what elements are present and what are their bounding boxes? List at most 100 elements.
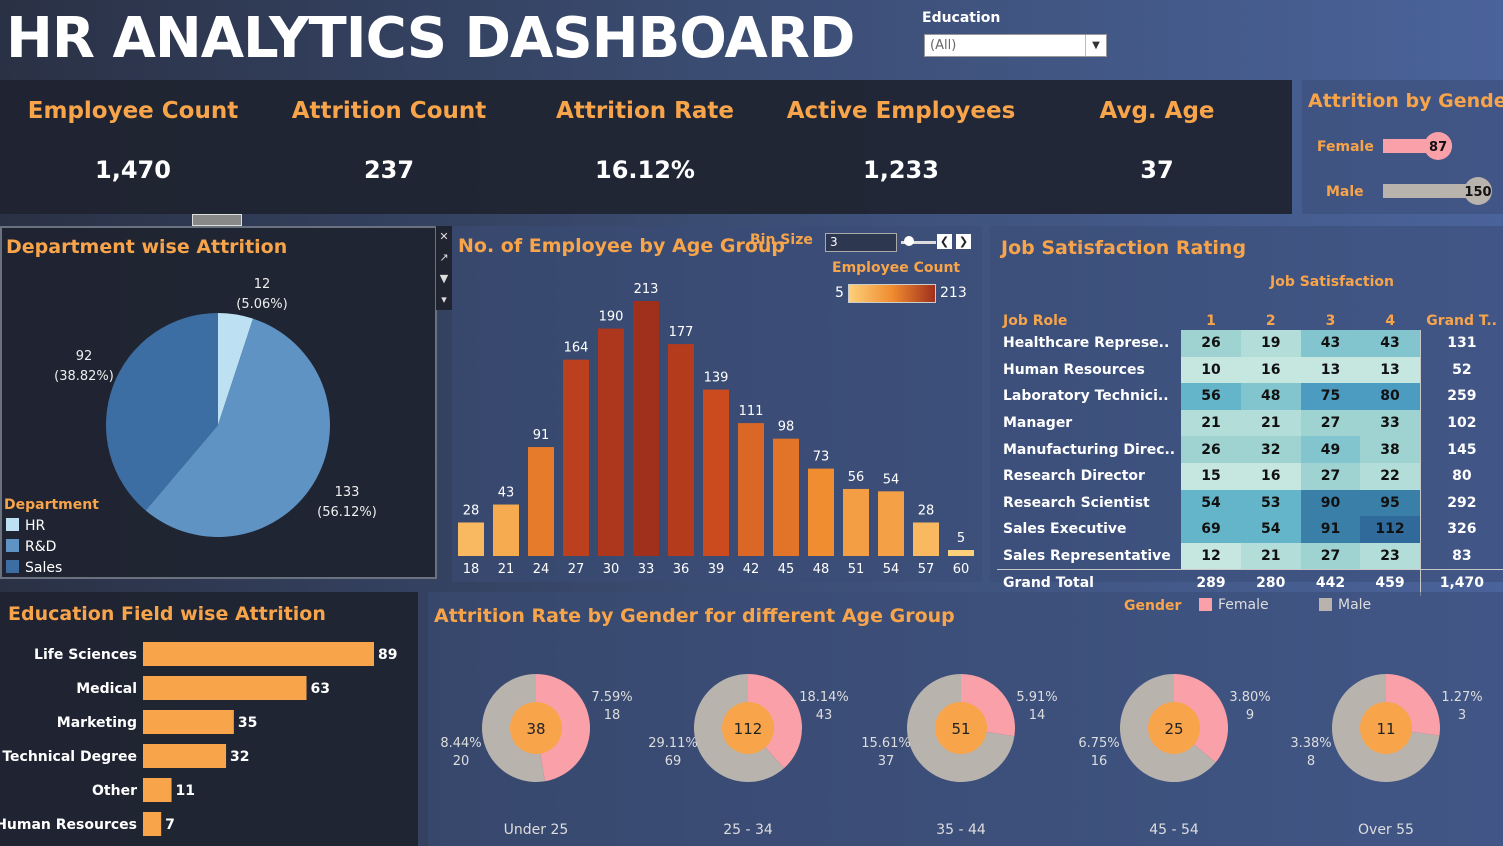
age-group-label: 35 - 44 (936, 822, 986, 838)
age-tick-label: 33 (638, 562, 655, 577)
table-cell: 33 (1360, 409, 1421, 437)
age-bar (563, 359, 589, 556)
age-bar-value: 5 (957, 531, 965, 546)
row-total: 83 (1419, 542, 1503, 570)
age-bar (633, 301, 659, 556)
table-cell: 12 (1181, 542, 1241, 570)
donut-total: 51 (951, 720, 970, 738)
table-cell: 43 (1300, 330, 1361, 357)
row-total: 326 (1419, 516, 1503, 543)
age-tick-label: 27 (568, 562, 585, 577)
table-cell: 13 (1360, 356, 1421, 384)
resize-handle[interactable] (192, 214, 242, 226)
male-pct-label: 6.75% (1078, 736, 1119, 751)
chevron-down-icon[interactable]: ▼ (1085, 35, 1106, 56)
legend-swatch (6, 539, 19, 552)
age-tick-label: 30 (603, 562, 620, 577)
education-bar (143, 812, 162, 836)
male-pct-label: 8.44% (440, 736, 481, 751)
female-pct-label: 1.27% (1441, 690, 1482, 705)
table-cell: 10 (1181, 356, 1241, 384)
gender-attrition-panel: Attrition by Gender Female Male 87 150 (1302, 80, 1503, 214)
popout-icon[interactable]: ↗ (436, 247, 452, 268)
bar-value: 32 (230, 749, 249, 765)
education-bar-chart: Life Sciences 89 Medical 63 Marketing 35 Techn… (0, 642, 397, 836)
age-bar (843, 488, 869, 556)
category-label: Marketing (57, 715, 137, 731)
column-header[interactable]: 4 (1360, 312, 1420, 330)
education-bar (143, 744, 227, 768)
female-count-label: 14 (1029, 708, 1046, 723)
department-attrition-panel: Department wise Attrition 12 (5.06%) 133 (5… (0, 226, 437, 579)
table-cell: 15 (1181, 462, 1241, 490)
education-filter-value: (All) (930, 38, 957, 53)
age-bar-value: 28 (918, 503, 935, 518)
age-bar (703, 389, 729, 556)
age-bar-value: 73 (813, 450, 830, 465)
age-group-bar-chart: 28 18 43 21 91 24 164 27 190 30 213 33 177 36 139 39 111… (458, 282, 974, 577)
table-cell: 43 (1360, 330, 1421, 357)
table-cell: 69 (1181, 516, 1241, 543)
more-options-icon[interactable]: ▾ (436, 289, 452, 310)
table-cell: 19 (1240, 330, 1301, 357)
close-icon[interactable]: ✕ (436, 226, 452, 247)
table-cell: 27 (1300, 409, 1361, 437)
bar-value: 35 (238, 715, 257, 731)
age-bar-value: 43 (498, 486, 515, 501)
legend-label: Sales (25, 560, 62, 576)
column-header[interactable]: Job Role (997, 312, 1181, 330)
column-header[interactable]: 2 (1241, 312, 1301, 330)
age-group-label: Under 25 (504, 822, 569, 838)
table-cell: 32 (1240, 436, 1301, 463)
education-filter-dropdown[interactable]: (All) ▼ (924, 34, 1107, 57)
age-bar-value: 164 (564, 341, 589, 356)
age-bar (458, 522, 484, 556)
legend-label: HR (25, 518, 46, 534)
age-bar-value: 213 (634, 282, 659, 297)
age-tick-label: 45 (778, 562, 795, 577)
table-cell: 112 (1360, 516, 1421, 543)
age-tick-label: 39 (708, 562, 725, 577)
age-group-panel: No. of Employee by Age Group Bin Size 3 … (452, 226, 982, 582)
kpi-label: Employee Count (27, 98, 239, 124)
age-bar (773, 438, 799, 556)
column-header[interactable]: 1 (1181, 312, 1241, 330)
table-row: Healthcare Represe.. 26 19 43 43 131 (997, 330, 1503, 357)
job-satisfaction-table: Job Role 1 2 3 4 Grand T.. Healthcare Represe.… (997, 312, 1503, 596)
table-cell: 54 (1181, 489, 1241, 517)
category-label: Medical (76, 681, 137, 697)
column-header[interactable]: Grand T.. (1420, 312, 1503, 330)
table-cell: 90 (1300, 489, 1361, 517)
table-cell: 53 (1240, 489, 1301, 517)
category-label: Other (92, 783, 137, 799)
age-bar-value: 28 (463, 503, 480, 518)
age-tick-label: 57 (918, 562, 935, 577)
male-count-label: 69 (665, 754, 682, 769)
table-row: Research Scientist 54 53 90 95 292 (997, 489, 1503, 517)
sheet-toolbar: ✕ ↗ ▼ ▾ (436, 226, 452, 310)
table-row: Sales Representative 12 21 27 23 83 (997, 542, 1503, 570)
donut-total: 38 (526, 720, 545, 738)
table-cell: 27 (1300, 542, 1361, 570)
row-label: Human Resources (1003, 361, 1145, 378)
category-label: Human Resources (0, 817, 137, 833)
panel-title: Job Satisfaction Rating (1001, 237, 1247, 259)
row-total: 80 (1419, 462, 1503, 490)
age-bar (528, 447, 554, 556)
table-header-row: Job Role 1 2 3 4 Grand T.. (997, 312, 1503, 330)
table-cell: 21 (1240, 409, 1301, 437)
table-row: Sales Executive 69 54 91 112 326 (997, 516, 1503, 543)
bar-value: 7 (165, 817, 175, 833)
filter-icon[interactable]: ▼ (436, 268, 452, 289)
page-title: HR ANALYTICS DASHBOARD (6, 6, 855, 71)
kpi-value: 37 (1140, 156, 1174, 184)
row-label: Manufacturing Direc.. (1003, 441, 1176, 458)
column-header[interactable]: 3 (1301, 312, 1361, 330)
donut-total: 112 (734, 720, 763, 738)
kpi-value: 1,233 (863, 156, 939, 184)
age-bar (913, 522, 939, 556)
age-tick-label: 36 (673, 562, 690, 577)
header: HR ANALYTICS DASHBOARD Education (All) ▼ (0, 0, 1503, 72)
table-cell: 48 (1240, 383, 1301, 410)
table-cell: 23 (1360, 542, 1421, 570)
